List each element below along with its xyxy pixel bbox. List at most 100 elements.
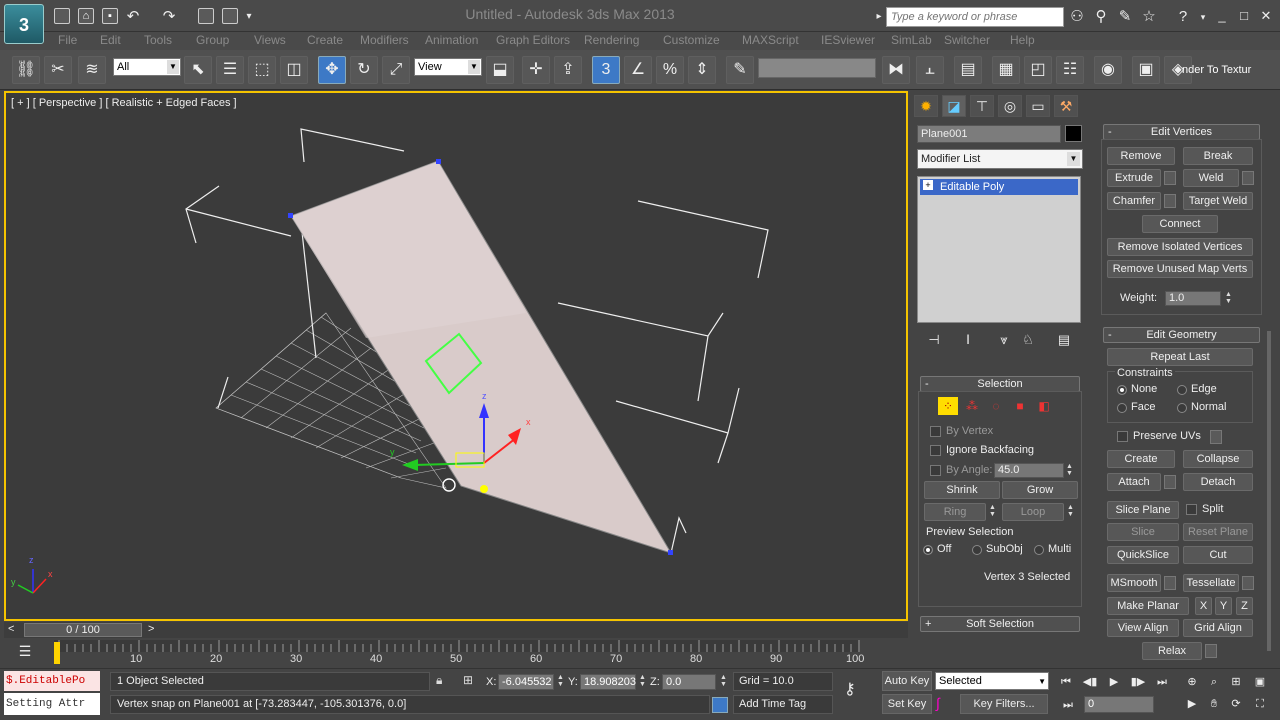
time-slider-thumb[interactable]: 0 / 100 <box>24 623 142 637</box>
ring-spinner[interactable]: ▲ ▼ <box>988 504 997 519</box>
window-crossing-icon[interactable]: ◫ <box>280 56 308 84</box>
weight-field[interactable]: 1.0 <box>1165 291 1221 306</box>
angle-field[interactable]: 45.0 <box>994 463 1064 478</box>
time-slider[interactable]: < 0 / 100 > <box>4 622 908 638</box>
make-unique-icon[interactable]: ⩔ <box>994 331 1014 349</box>
maximize-viewport-icon[interactable]: ⛶ <box>1250 695 1270 713</box>
rectangle-selection-icon[interactable]: ⬚ <box>248 56 276 84</box>
go-to-end-icon[interactable]: ⏭ <box>1152 673 1172 691</box>
viewport-label[interactable]: [ + ] [ Perspective ] [ Realistic + Edge… <box>11 97 237 109</box>
orbit-icon[interactable]: ⟳ <box>1226 695 1246 713</box>
schematic-view-icon[interactable]: ☷ <box>1056 56 1084 84</box>
z-coord-spinner[interactable]: ▲ ▼ <box>719 674 728 689</box>
current-frame-marker[interactable] <box>54 642 60 664</box>
make-planar-x-button[interactable]: X <box>1195 597 1212 615</box>
undo-icon[interactable]: ↶ <box>124 8 142 26</box>
align-icon[interactable]: ⫠ <box>916 56 944 84</box>
expand-plus-icon[interactable]: + <box>923 180 933 190</box>
hierarchy-tab-icon[interactable]: ⊤ <box>970 95 994 117</box>
split-checkbox[interactable] <box>1186 504 1197 515</box>
tessellate-settings-icon[interactable] <box>1242 576 1254 590</box>
object-name-field[interactable]: Plane001 <box>917 125 1061 143</box>
object-color-swatch[interactable] <box>1065 125 1082 142</box>
select-and-rotate-icon[interactable]: ↻ <box>350 56 378 84</box>
make-planar-y-button[interactable]: Y <box>1215 597 1232 615</box>
time-tag-icon[interactable] <box>712 697 728 713</box>
msmooth-button[interactable]: MSmooth <box>1107 574 1161 592</box>
cut-button[interactable]: Cut <box>1183 546 1253 564</box>
angle-spinner[interactable]: ▲ ▼ <box>1065 463 1074 478</box>
stack-item-editable-poly[interactable]: Editable Poly <box>920 179 1078 195</box>
project-folder-icon[interactable] <box>198 8 214 24</box>
menu-views[interactable]: Views <box>254 33 286 47</box>
maximize-icon[interactable]: □ <box>1234 6 1254 26</box>
ignore-backfacing-checkbox[interactable] <box>930 445 941 456</box>
material-editor-icon[interactable]: ◉ <box>1094 56 1122 84</box>
make-planar-z-button[interactable]: Z <box>1236 597 1253 615</box>
menu-maxscript[interactable]: MAXScript <box>742 33 799 47</box>
subscription-key-icon[interactable]: ⚲ <box>1092 8 1110 26</box>
utilities-tab-icon[interactable]: ⚒ <box>1054 95 1078 117</box>
tessellate-button[interactable]: Tessellate <box>1183 574 1239 592</box>
display-tab-icon[interactable]: ▭ <box>1026 95 1050 117</box>
layer-manager-icon[interactable]: ▤ <box>954 56 982 84</box>
field-of-view-icon[interactable]: ▶ <box>1182 695 1202 713</box>
select-and-link-icon[interactable]: ⛓ <box>12 56 40 84</box>
next-frame-icon[interactable]: ▮▶ <box>1128 673 1148 691</box>
zoom-extents-icon[interactable]: ⊕ <box>1182 673 1202 691</box>
remove-isolated-vertices-button[interactable]: Remove Isolated Vertices <box>1107 238 1253 256</box>
quick-access-dropdown-icon[interactable]: ▾ <box>240 8 258 26</box>
configure-modifier-sets-icon[interactable]: ▤ <box>1054 331 1074 349</box>
zoom-extents-all-icon[interactable]: ▣ <box>1250 673 1270 691</box>
reference-coordinate-dropdown[interactable]: View ▼ <box>414 58 482 76</box>
absolute-mode-icon[interactable]: ⊞ <box>463 673 477 689</box>
selection-rollout-header[interactable]: - Selection <box>920 376 1080 392</box>
pin-stack-icon[interactable]: ⊣ <box>924 331 944 349</box>
set-key-button[interactable]: Set Key <box>882 694 932 714</box>
favorites-star-icon[interactable]: ☆ <box>1140 8 1158 26</box>
maxscript-listener-output[interactable]: $.EditablePo <box>4 671 100 691</box>
edit-named-selection-icon[interactable]: ✎ <box>726 56 754 84</box>
select-and-scale-icon[interactable]: ⤢ <box>382 56 410 84</box>
remove-modifier-icon[interactable]: ♘ <box>1018 331 1038 349</box>
unlink-icon[interactable]: ✂ <box>44 56 72 84</box>
help-dropdown-icon[interactable]: ▾ <box>1194 8 1212 26</box>
quickslice-button[interactable]: QuickSlice <box>1107 546 1179 564</box>
minimize-icon[interactable]: _ <box>1212 6 1232 26</box>
menu-animation[interactable]: Animation <box>425 33 478 47</box>
element-subobject-icon[interactable]: ◧ <box>1034 397 1054 415</box>
modifier-list-dropdown[interactable]: Modifier List ▼ <box>917 149 1083 169</box>
vertex-subobject-icon[interactable]: ⁘ <box>938 397 958 415</box>
create-button[interactable]: Create <box>1107 450 1175 468</box>
menu-modifiers[interactable]: Modifiers <box>360 33 409 47</box>
add-time-tag-button[interactable]: Add Time Tag <box>733 695 833 714</box>
menu-customize[interactable]: Customize <box>663 33 720 47</box>
motion-tab-icon[interactable]: ◎ <box>998 95 1022 117</box>
menu-graph-editors[interactable]: Graph Editors <box>496 33 570 47</box>
detach-button[interactable]: Detach <box>1183 473 1253 491</box>
binoculars-icon[interactable]: ⚇ <box>1068 8 1086 26</box>
remove-button[interactable]: Remove <box>1107 147 1175 165</box>
slice-button[interactable]: Slice <box>1107 523 1179 541</box>
time-slider-next-icon[interactable]: > <box>148 623 154 635</box>
repeat-last-button[interactable]: Repeat Last <box>1107 348 1253 366</box>
bind-space-warp-icon[interactable]: ≋ <box>78 56 106 84</box>
menu-group[interactable]: Group <box>196 33 229 47</box>
create-tab-icon[interactable]: ✹ <box>914 95 938 117</box>
slice-plane-button[interactable]: Slice Plane <box>1107 501 1179 519</box>
trackbar[interactable]: ☰ 10 20 30 40 50 60 70 80 90 100 <box>4 640 908 668</box>
application-button[interactable]: 3 <box>4 4 44 44</box>
zoom-icon[interactable]: ⌕ <box>1204 673 1224 691</box>
percent-snap-icon[interactable]: % <box>656 56 684 84</box>
time-slider-prev-icon[interactable]: < <box>8 623 14 635</box>
pivot-center-icon[interactable]: ⬓ <box>486 56 514 84</box>
reset-plane-button[interactable]: Reset Plane <box>1183 523 1253 541</box>
preserve-uvs-settings-icon[interactable] <box>1210 430 1222 444</box>
communication-center-icon[interactable]: ✎ <box>1116 8 1134 26</box>
y-coord-field[interactable]: 18.908203 <box>580 674 636 690</box>
menu-simlab[interactable]: SimLab <box>891 33 932 47</box>
select-by-name-icon[interactable]: ☰ <box>216 56 244 84</box>
target-weld-button[interactable]: Target Weld <box>1183 192 1253 210</box>
angle-snap-icon[interactable]: ∠ <box>624 56 652 84</box>
previous-frame-icon[interactable]: ◀▮ <box>1080 673 1100 691</box>
